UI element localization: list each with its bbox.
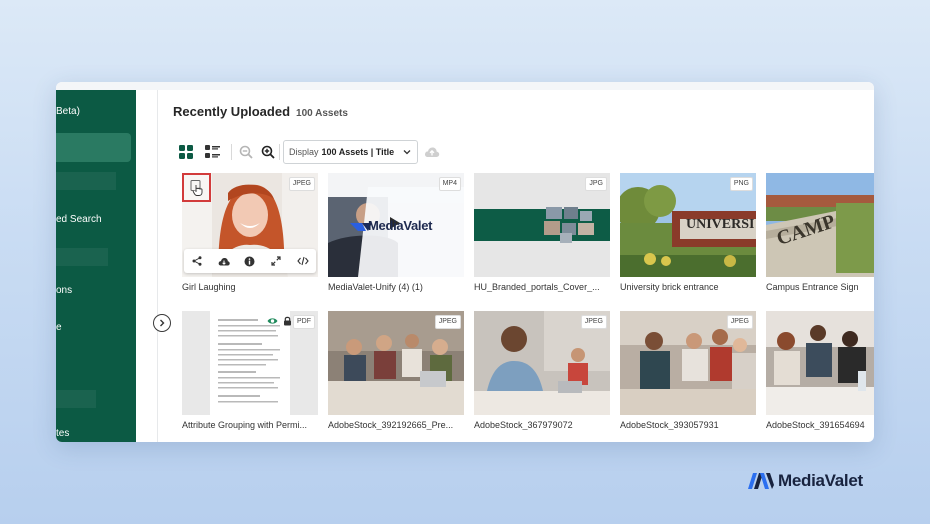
file-type-badge: JPEG [288,177,315,191]
lock-icon [284,316,291,326]
toolbar: Display 100 Assets | Title [173,140,873,164]
expand-icon [271,256,281,266]
sidebar: Beta) ed Search ons e tes [56,90,136,442]
list-view-button[interactable] [203,143,221,161]
asset-name[interactable]: AdobeStock_391654694 [766,420,874,430]
eye-icon [267,318,278,324]
code-icon [297,256,309,266]
asset-grid: JPEG Girl Laughing MediaValet MP4 MediaV… [159,173,874,442]
expand-button[interactable] [268,253,284,269]
sidebar-item-share[interactable]: e [56,322,62,333]
info-icon [244,256,255,266]
sidebar-item-placeholder-2[interactable] [56,248,108,266]
asset-thumbnail[interactable]: JPEG [620,311,756,415]
zoom-out-button[interactable] [237,143,255,161]
sidebar-item-collections[interactable]: ons [56,285,72,296]
sign-text: UNIVERSI [686,217,755,232]
list-icon [204,145,220,158]
sidebar-item-placeholder[interactable] [56,172,116,190]
sidebar-item-notes[interactable]: tes [56,428,69,439]
video-overlay-text: MediaValet [368,218,433,233]
asset-name[interactable]: Girl Laughing [182,282,322,292]
asset-thumbnail[interactable]: JPEG [328,311,464,415]
file-type-badge: JPEG [580,315,607,329]
sidebar-item-placeholder-3[interactable] [56,390,96,408]
asset-thumbnail[interactable]: MediaValet MP4 [328,173,464,277]
page-title-text: Recently Uploaded [173,104,291,119]
display-label: Display [289,147,319,157]
toolbar-divider [231,144,232,160]
hand-pointer-icon [190,179,202,196]
display-value: 100 Assets | Title [321,147,395,157]
asset-name[interactable]: Attribute Grouping with Permi... [182,420,322,430]
main-content: Recently Uploaded 100 Assets Display 100… [159,90,874,442]
mediavalet-logo-icon [748,473,774,489]
sidebar-item-advanced-search[interactable]: ed Search [56,214,102,225]
chevron-down-icon [403,150,411,155]
asset-thumbnail[interactable]: PDF [182,311,318,415]
download-button[interactable] [216,253,232,269]
mediavalet-logo-text: MediaValet [778,471,863,490]
asset-name[interactable]: HU_Branded_portals_Cover_... [474,282,614,292]
asset-name[interactable]: MediaValet-Unify (4) (1) [328,282,468,292]
classroom-discussion-image [766,311,874,415]
cloud-upload-icon [424,147,440,157]
file-type-badge: MP4 [438,177,461,191]
display-options-dropdown[interactable]: Display 100 Assets | Title [283,140,418,164]
embed-button[interactable] [295,253,311,269]
zoom-in-button[interactable] [259,143,277,161]
asset-name[interactable]: University brick entrance [620,282,760,292]
asset-name[interactable]: AdobeStock_367979072 [474,420,614,430]
file-type-badge: JPG [585,177,607,191]
app-window: Beta) ed Search ons e tes Recently Uploa… [56,82,874,442]
zoom-in-icon [261,145,275,159]
toolbar-divider-2 [279,144,280,160]
top-strip [56,82,874,90]
cloud-download-icon [218,257,230,266]
asset-name[interactable]: AdobeStock_393057931 [620,420,760,430]
asset-count: 100 Assets [296,108,348,119]
file-type-badge: JPEG [434,315,461,329]
sidebar-gutter [136,90,158,442]
asset-thumbnail[interactable]: JPEG [474,311,610,415]
grid-view-button[interactable] [177,143,195,161]
asset-name[interactable]: Campus Entrance Sign [766,282,874,292]
asset-thumbnail[interactable]: JPG [474,173,610,277]
asset-thumbnail[interactable]: CAMP [766,173,874,277]
sidebar-item-beta[interactable]: Beta) [56,106,80,117]
file-type-badge: PDF [293,315,315,329]
share-button[interactable] [189,253,205,269]
asset-thumbnail[interactable]: JPEG [182,173,318,277]
grid-icon [179,145,193,159]
asset-name[interactable]: AdobeStock_392192665_Pre... [328,420,468,430]
upload-button[interactable] [423,143,441,161]
page-title: Recently Uploaded 100 Assets [173,104,348,119]
file-type-badge: JPEG [726,315,753,329]
zoom-out-icon [239,145,253,159]
asset-thumbnail[interactable] [766,311,874,415]
select-checkbox-highlight[interactable] [182,173,211,202]
file-type-badge: PNG [729,177,753,191]
sidebar-item-active[interactable] [56,133,131,162]
asset-thumbnail[interactable]: UNIVERSI PNG [620,173,756,277]
share-icon [192,256,202,266]
mediavalet-logo: MediaValet [748,470,863,492]
asset-action-bar [184,249,316,273]
info-button[interactable] [242,253,258,269]
